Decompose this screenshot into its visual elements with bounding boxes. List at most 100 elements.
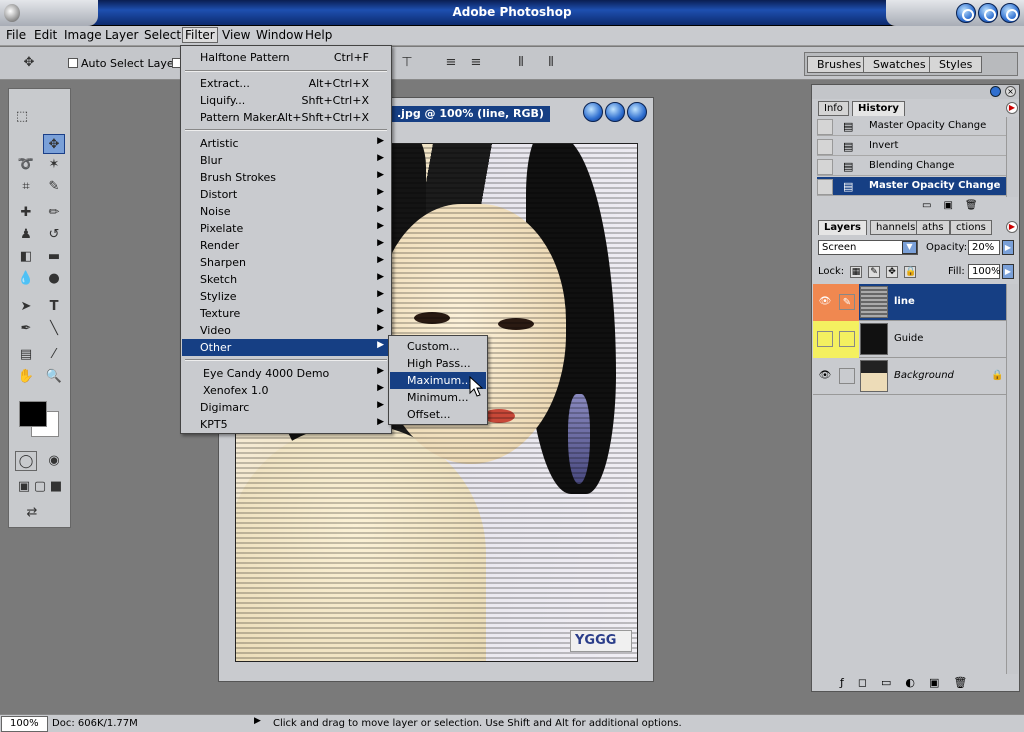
history-footer-buttons[interactable]: ▭▣🗑 [922,200,990,211]
screen-mode-full-icon[interactable]: ■ [45,477,67,497]
menu-item-sharpen[interactable]: Sharpen ▶ [182,254,390,271]
minimize-button[interactable] [956,3,976,23]
palette-collapse-icon[interactable] [990,86,1001,97]
visibility-eye-icon[interactable] [817,331,833,347]
menu-item-stylize[interactable]: Stylize ▶ [182,288,390,305]
menu-item-digimarc[interactable]: Digimarc ▶ [182,399,390,416]
menu-item-blur[interactable]: Blur ▶ [182,152,390,169]
gradient-icon[interactable]: ▬ [43,247,65,267]
menu-item-kpt5[interactable]: KPT5 ▶ [182,416,390,433]
brushes-tab[interactable]: Brushes [807,56,872,73]
visibility-eye-icon[interactable]: 👁 [817,368,833,384]
menu-item-noise[interactable]: Noise ▶ [182,203,390,220]
history-scrollbar[interactable] [1006,117,1018,197]
healing-brush-icon[interactable]: ✚ [15,203,37,223]
history-snapshot-box[interactable] [817,159,833,175]
menu-item-sketch[interactable]: Sketch ▶ [182,271,390,288]
history-tab[interactable]: History [852,101,905,116]
fill-slider-arrow-icon[interactable]: ▶ [1002,264,1014,279]
layers-palette-menu-icon[interactable]: ▶ [1006,221,1018,233]
palette-close-icon[interactable]: × [1005,86,1016,97]
notes-tool-icon[interactable]: ▤ [15,345,37,365]
clone-stamp-icon[interactable]: ♟ [15,225,37,245]
menu-item-texture[interactable]: Texture ▶ [182,305,390,322]
history-snapshot-box[interactable] [817,139,833,155]
path-selection-icon[interactable]: ➤ [15,297,37,317]
menu-view[interactable]: View [219,28,253,42]
doc-minimize-button[interactable] [583,102,603,122]
distribute-left-icon[interactable]: ⫴ [510,53,532,73]
eraser-icon[interactable]: ◧ [15,247,37,267]
menu-item-extract[interactable]: Extract... Alt+Ctrl+X [182,75,390,92]
menu-select[interactable]: Select [141,28,184,42]
history-snapshot-box[interactable] [817,179,833,195]
menu-item-artistic[interactable]: Artistic ▶ [182,135,390,152]
pen-tool-icon[interactable]: ✒ [15,319,37,339]
move-tool-icon[interactable]: ✥ [43,134,65,154]
visibility-eye-icon[interactable]: 👁 [817,294,833,310]
menu-item-video[interactable]: Video ▶ [182,322,390,339]
move-tool-preset-icon[interactable]: ✥ [18,53,40,73]
lock-transparency-icon[interactable]: ▦ [850,266,862,278]
menu-item-liquify[interactable]: Liquify... Shft+Ctrl+X [182,92,390,109]
close-button[interactable] [1000,3,1020,23]
hand-tool-icon[interactable]: ✋ [15,367,37,387]
menu-image[interactable]: Image [61,28,105,42]
layers-scrollbar[interactable] [1006,284,1018,674]
lock-image-icon[interactable]: ✎ [868,266,880,278]
blur-tool-icon[interactable]: 💧 [15,269,37,289]
slice-tool-icon[interactable]: ✎ [43,177,65,197]
brush-tool-icon[interactable]: ✏ [43,203,65,223]
menu-item-pixelate[interactable]: Pixelate ▶ [182,220,390,237]
channels-tab[interactable]: hannels [870,220,922,235]
standard-mode-icon[interactable]: ◯ [15,451,37,471]
submenu-item-high-pass[interactable]: High Pass... [390,355,486,372]
lasso-tool-icon[interactable]: ➰ [15,155,37,175]
layer-brush-icon[interactable]: ✎ [839,294,855,310]
line-tool-icon[interactable]: ╲ [43,319,65,339]
layers-footer-buttons[interactable]: ƒ◻▭◐▣🗑 [840,676,981,689]
layer-row-guide[interactable]: Guide [813,321,1006,358]
swatches-tab[interactable]: Swatches [863,56,936,73]
submenu-item-offset[interactable]: Offset... [390,406,486,423]
menu-file[interactable]: File [3,28,29,42]
quick-mask-mode-icon[interactable]: ◉ [43,451,65,471]
align-top-icon[interactable]: ⊤ [396,53,418,73]
marquee-tool-icon[interactable]: ⬚ [11,107,33,127]
submenu-item-custom[interactable]: Custom... [390,338,486,355]
distribute-icon[interactable]: ≡ [440,53,462,73]
foreground-color-swatch[interactable] [19,401,47,427]
layer-row-background[interactable]: 👁 Background 🔒 [813,358,1006,395]
maximize-button[interactable] [978,3,998,23]
menu-item-eye-candy[interactable]: Eye Candy 4000 Demo ▶ [182,365,390,382]
history-item[interactable]: ▤ Blending Change [817,157,1007,176]
zoom-level-field[interactable]: 100% [1,716,48,732]
zoom-tool-icon[interactable]: 🔍 [43,367,65,387]
lock-position-icon[interactable]: ✥ [886,266,898,278]
layer-link-icon[interactable] [839,331,855,347]
actions-tab[interactable]: ctions [950,220,992,235]
menu-layer[interactable]: Layer [102,28,141,42]
menu-filter[interactable]: Filter [182,27,218,43]
layer-row-line[interactable]: 👁 ✎ line [813,284,1006,321]
fill-input[interactable]: 100% [968,264,1001,279]
info-tab[interactable]: Info [818,101,849,116]
opacity-slider-arrow-icon[interactable]: ▶ [1002,240,1014,255]
lock-all-icon[interactable]: 🔒 [904,266,916,278]
history-item-current[interactable]: ▤ Master Opacity Change [817,177,1007,196]
history-palette-menu-icon[interactable]: ▶ [1006,102,1018,114]
status-menu-arrow-icon[interactable]: ▶ [254,716,268,730]
type-tool-icon[interactable]: T [43,297,65,317]
styles-tab[interactable]: Styles [929,56,983,73]
menu-item-other[interactable]: Other ▶ [182,339,390,356]
palette-header[interactable]: × [812,85,1019,99]
doc-close-button[interactable] [627,102,647,122]
menu-item-render[interactable]: Render ▶ [182,237,390,254]
dodge-tool-icon[interactable]: ● [43,269,65,289]
jump-to-imageready-icon[interactable]: ⇄ [21,503,43,523]
menu-item-xenofex[interactable]: Xenofex 1.0 ▶ [182,382,390,399]
menu-item-brush-strokes[interactable]: Brush Strokes ▶ [182,169,390,186]
crop-tool-icon[interactable]: ⌗ [15,177,37,197]
auto-select-layer-checkbox[interactable] [68,58,78,68]
magic-wand-icon[interactable]: ✶ [43,155,65,175]
